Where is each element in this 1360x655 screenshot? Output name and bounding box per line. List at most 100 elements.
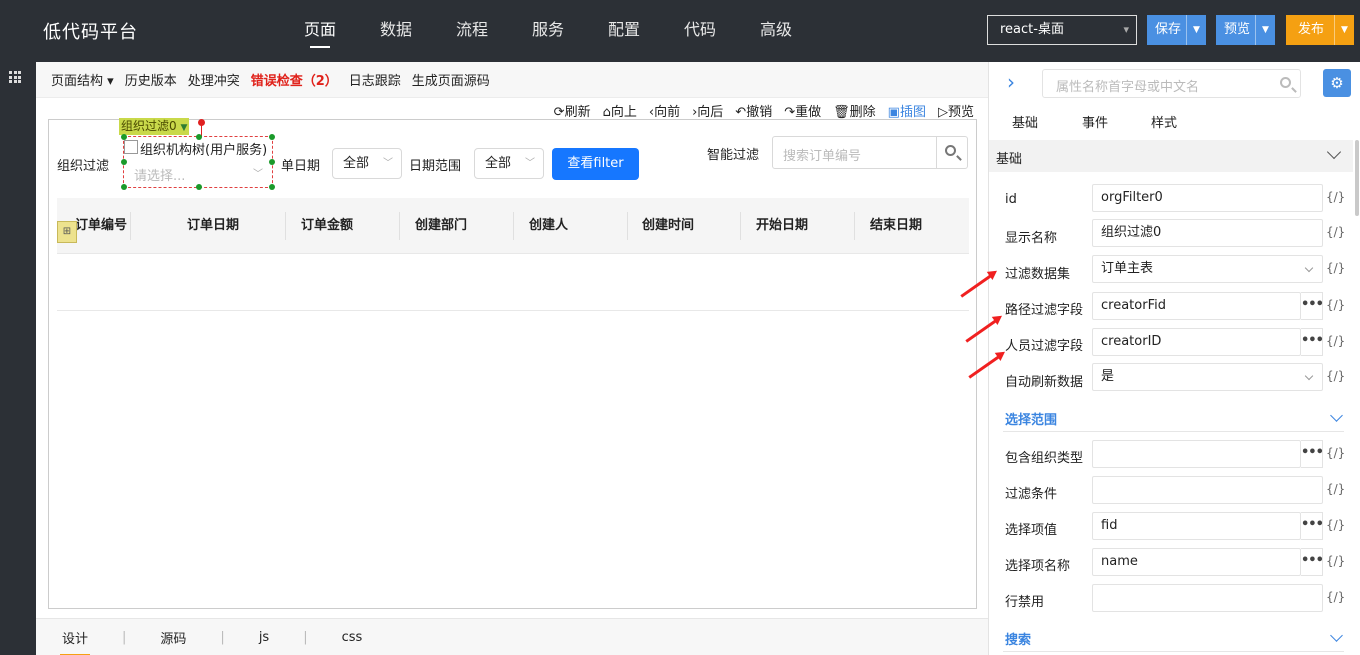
org-tree-checkbox[interactable] xyxy=(124,140,138,154)
nav-flow[interactable]: 流程 xyxy=(434,0,510,62)
chevron-down-icon xyxy=(1304,263,1314,273)
tab-events[interactable]: 事件 xyxy=(1082,112,1108,131)
tab-css[interactable]: css xyxy=(342,630,363,645)
insert-image-button[interactable]: ▣插图 xyxy=(888,101,926,120)
more-dots-icon[interactable]: ••• xyxy=(1301,440,1324,468)
more-dots-icon[interactable]: ••• xyxy=(1301,292,1324,320)
resize-handle[interactable] xyxy=(269,184,275,190)
expression-button[interactable]: {/} xyxy=(1326,446,1345,460)
expression-button[interactable]: {/} xyxy=(1326,518,1345,532)
date-range-select[interactable]: 全部 ﹀ xyxy=(474,148,544,179)
column-header[interactable]: 开始日期 xyxy=(756,198,808,254)
delete-button[interactable]: 🗑删除 xyxy=(833,101,876,120)
prop-input-display-name[interactable]: 组织过滤0 xyxy=(1092,219,1323,247)
nav-data[interactable]: 数据 xyxy=(358,0,434,62)
column-header[interactable]: 订单金额 xyxy=(301,198,353,254)
nav-code[interactable]: 代码 xyxy=(662,0,738,62)
platform-select[interactable]: react-桌面 ▾ xyxy=(987,15,1137,45)
preview-action-button[interactable]: ▷预览 xyxy=(938,101,974,120)
column-header[interactable]: 创建部门 xyxy=(415,198,467,254)
resize-handle[interactable] xyxy=(121,184,127,190)
publish-dropdown-icon[interactable]: ▼ xyxy=(1334,15,1354,45)
resolve-conflict-button[interactable]: 处理冲突 xyxy=(188,70,240,89)
resize-handle[interactable] xyxy=(269,159,275,165)
log-trace-button[interactable]: 日志跟踪 xyxy=(349,70,401,89)
chevron-down-icon[interactable] xyxy=(1330,629,1343,642)
preview-dropdown-icon[interactable]: ▼ xyxy=(1255,15,1275,45)
tab-js[interactable]: js xyxy=(259,630,269,645)
resize-handle[interactable] xyxy=(121,159,127,165)
nav-page[interactable]: 页面 xyxy=(282,0,358,62)
prop-input-id[interactable]: orgFilter0 xyxy=(1092,184,1323,212)
prop-input-option-name[interactable]: name xyxy=(1092,548,1301,576)
prop-input-row-disabled[interactable] xyxy=(1092,584,1323,612)
preview-button[interactable]: 预览 ▼ xyxy=(1216,15,1275,45)
column-header[interactable]: 创建人 xyxy=(529,198,568,254)
tab-style[interactable]: 样式 xyxy=(1151,112,1177,131)
prop-select-dataset[interactable]: 订单主表 xyxy=(1092,255,1323,283)
section-search[interactable]: 搜索 xyxy=(1005,629,1031,648)
more-dots-icon[interactable]: ••• xyxy=(1301,512,1324,540)
up-button[interactable]: ⌂向上 xyxy=(603,101,637,120)
refresh-button[interactable]: ⟳刷新 xyxy=(554,101,591,120)
expression-button[interactable]: {/} xyxy=(1326,334,1345,348)
org-filter-component[interactable]: 组织机构树(用户服务) 请选择... ﹀ xyxy=(121,134,275,190)
grid-menu-icon[interactable] xyxy=(9,71,21,83)
tab-design[interactable]: 设计 xyxy=(59,628,91,655)
expression-button[interactable]: {/} xyxy=(1326,225,1345,239)
chevron-right-icon[interactable]: › xyxy=(1007,70,1015,94)
prop-select-auto-refresh[interactable]: 是 xyxy=(1092,363,1323,391)
undo-button[interactable]: ↶撤销 xyxy=(735,101,772,120)
refresh-icon: ⟳ xyxy=(553,104,565,120)
expression-button[interactable]: {/} xyxy=(1326,261,1345,275)
search-button[interactable] xyxy=(936,137,967,168)
property-search-input[interactable]: 属性名称首字母或中文名 xyxy=(1042,69,1301,98)
resize-handle[interactable] xyxy=(269,134,275,140)
order-search-input[interactable]: 搜索订单编号 xyxy=(772,136,968,169)
section-select-range[interactable]: 选择范围 xyxy=(1005,409,1057,428)
column-header[interactable]: 订单日期 xyxy=(187,198,239,254)
expression-button[interactable]: {/} xyxy=(1326,190,1345,204)
history-button[interactable]: 历史版本 xyxy=(125,70,177,89)
expression-button[interactable]: {/} xyxy=(1326,554,1345,568)
page-structure-button[interactable]: 页面结构 ▾ xyxy=(51,70,114,89)
prop-input-user-field[interactable]: creatorID xyxy=(1092,328,1301,356)
expression-button[interactable]: {/} xyxy=(1326,298,1345,312)
org-select-placeholder[interactable]: 请选择... xyxy=(134,165,185,184)
column-header[interactable]: 结束日期 xyxy=(870,198,922,254)
save-button[interactable]: 保存 ▼ xyxy=(1147,15,1206,45)
nav-advanced[interactable]: 高级 xyxy=(738,0,814,62)
expression-button[interactable]: {/} xyxy=(1326,369,1345,383)
tab-source[interactable]: 源码 xyxy=(160,628,186,647)
generate-source-button[interactable]: 生成页面源码 xyxy=(412,70,490,89)
forward-button[interactable]: ‹向前 xyxy=(649,101,680,120)
prop-input-filter-condition[interactable] xyxy=(1092,476,1323,504)
more-dots-icon[interactable]: ••• xyxy=(1301,328,1324,356)
nav-config[interactable]: 配置 xyxy=(586,0,662,62)
redo-button[interactable]: ↷重做 xyxy=(784,101,821,120)
backward-button[interactable]: ›向后 xyxy=(692,101,723,120)
resize-handle[interactable] xyxy=(196,184,202,190)
publish-button[interactable]: 发布 ▼ xyxy=(1286,15,1354,45)
prop-input-option-value[interactable]: fid xyxy=(1092,512,1301,540)
tab-basic[interactable]: 基础 xyxy=(1012,112,1038,131)
expression-button[interactable]: {/} xyxy=(1326,590,1345,604)
table-component-icon[interactable]: ⊞ xyxy=(57,221,77,243)
settings-button[interactable]: ⚙ xyxy=(1323,69,1351,97)
chevron-down-icon[interactable] xyxy=(1330,409,1343,422)
order-date-select[interactable]: 全部 ﹀ xyxy=(332,148,402,179)
nav-service[interactable]: 服务 xyxy=(510,0,586,62)
scrollbar[interactable] xyxy=(1355,140,1359,216)
column-header[interactable]: 创建时间 xyxy=(642,198,694,254)
column-header[interactable]: 订单编号 xyxy=(75,198,127,254)
component-tag[interactable]: 组织过滤0 ▼ xyxy=(119,118,190,135)
expression-button[interactable]: {/} xyxy=(1326,482,1345,496)
section-basic-header[interactable]: 基础 xyxy=(989,140,1353,172)
prop-input-org-type[interactable] xyxy=(1092,440,1301,468)
error-check-button[interactable]: 错误检查（2） xyxy=(251,70,338,89)
design-canvas[interactable]: 组织过滤 组织过滤0 ▼ 组织机构树(用户服务) 请选择... ﹀ 单日期 全部… xyxy=(48,118,977,609)
query-filter-button[interactable]: 查看filter xyxy=(552,148,639,180)
prop-input-path-field[interactable]: creatorFid xyxy=(1092,292,1301,320)
save-dropdown-icon[interactable]: ▼ xyxy=(1186,15,1206,45)
more-dots-icon[interactable]: ••• xyxy=(1301,548,1324,576)
